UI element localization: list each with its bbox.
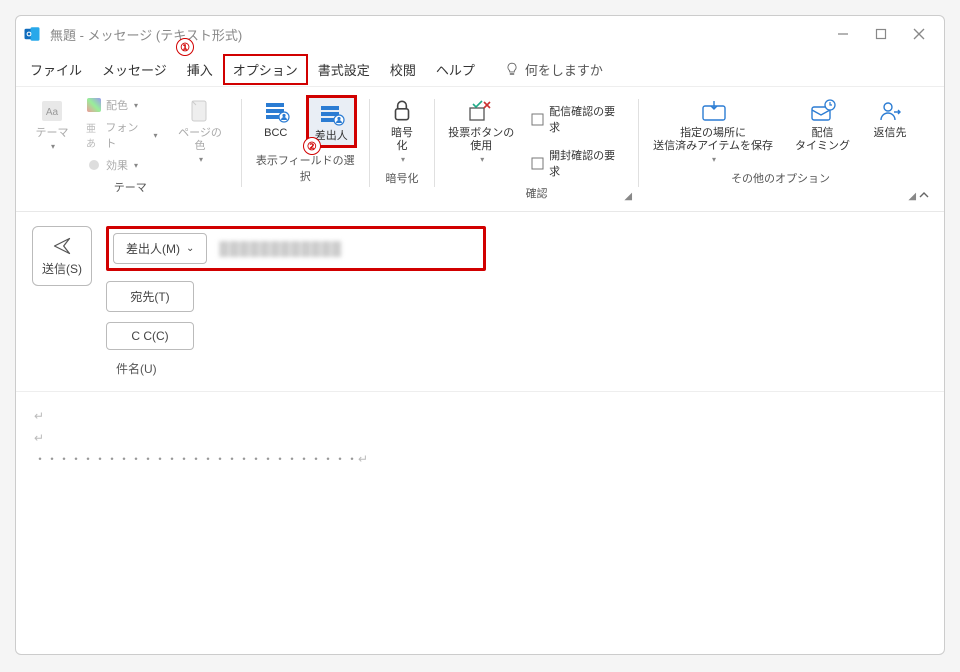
bcc-button[interactable]: BCC	[254, 95, 298, 142]
callout-2: ②	[303, 137, 321, 155]
maximize-button[interactable]	[872, 25, 890, 43]
tellme-search[interactable]: 何をしますか	[505, 60, 603, 79]
menu-help[interactable]: ヘルプ	[426, 54, 485, 85]
direct-replies-button[interactable]: 返信先	[868, 95, 912, 142]
lock-icon	[388, 97, 416, 125]
ribbon-collapse-button[interactable]	[918, 189, 936, 205]
effects-label: 効果	[106, 157, 128, 173]
colors-button[interactable]: 配色▾	[82, 95, 161, 115]
save-sent-button[interactable]: 指定の場所に 送信済みアイテムを保存 ▾	[649, 95, 777, 166]
group-more-options: 指定の場所に 送信済みアイテムを保存 ▾ 配信 タイミング 返信先 その他のオプ…	[643, 93, 918, 205]
group-theme: Aa テーマ ▾ 配色▾ 亜あ フォント▾	[24, 93, 237, 205]
delay-label: 配信 タイミング	[795, 127, 850, 153]
from-field-button[interactable]: 差出人(M) ⌄	[113, 233, 207, 264]
effects-button[interactable]: 効果▾	[82, 155, 161, 175]
menu-review[interactable]: 校閲	[380, 54, 426, 85]
group-tracking-label: 確認	[445, 185, 628, 201]
group-encrypt: 暗号 化 ▾ 暗号化	[374, 93, 430, 205]
voting-button[interactable]: 投票ボタンの 使用 ▾	[445, 95, 518, 166]
from-field-label: 差出人(M)	[126, 240, 180, 257]
checkbox-icon	[530, 155, 546, 171]
more-dialog-launcher[interactable]: ◢	[908, 191, 916, 202]
pagecolor-button[interactable]: ページの色 ▾	[169, 95, 230, 166]
reply-to-label: 返信先	[874, 127, 907, 140]
bcc-label: BCC	[264, 127, 287, 140]
paragraph-mark: ↵	[34, 406, 926, 428]
send-icon	[50, 236, 74, 256]
subject-label: 件名(U)	[116, 360, 157, 377]
window-title: 無題 - メッセージ (テキスト形式)	[50, 25, 834, 44]
pagecolor-label: ページの色	[173, 127, 226, 153]
from-value: ████████████	[219, 241, 342, 256]
delay-delivery-button[interactable]: 配信 タイミング	[791, 95, 854, 155]
outlook-icon	[22, 24, 42, 44]
fonts-button[interactable]: 亜あ フォント▾	[82, 117, 161, 153]
lightbulb-icon	[505, 62, 519, 76]
effects-icon	[86, 157, 102, 173]
encrypt-label: 暗号 化	[391, 127, 413, 153]
menu-format[interactable]: 書式設定	[308, 54, 380, 85]
delivery-receipt-label: 配信確認の要求	[549, 103, 624, 135]
close-button[interactable]	[910, 25, 928, 43]
svg-text:Aa: Aa	[46, 107, 59, 118]
voting-icon	[467, 97, 495, 125]
palette-icon	[86, 97, 102, 113]
compose-header: 送信(S) 差出人(M) ⌄ ████████████ 宛先(T) C C(C)…	[16, 211, 944, 391]
group-more-label: その他のオプション	[649, 170, 912, 186]
from-button[interactable]: ② 差出人	[306, 95, 357, 148]
from-icon	[317, 100, 345, 128]
group-fields-label: 表示フィールドの選択	[252, 152, 360, 184]
chevron-down-icon: ⌄	[186, 243, 194, 254]
group-theme-label: テーマ	[30, 179, 231, 195]
menubar: ① ファイル メッセージ 挿入 オプション 書式設定 校閲 ヘルプ 何をしますか	[16, 52, 944, 86]
menu-insert[interactable]: 挿入	[177, 54, 223, 85]
minimize-button[interactable]	[834, 25, 852, 43]
outlook-compose-window: 無題 - メッセージ (テキスト形式) ① ファイル メッセージ 挿入 オプショ…	[15, 15, 945, 655]
read-receipt-checkbox[interactable]: 開封確認の要求	[526, 145, 629, 181]
delivery-receipt-checkbox[interactable]: 配信確認の要求	[526, 101, 629, 137]
reply-to-icon	[876, 97, 904, 125]
send-label: 送信(S)	[42, 260, 82, 277]
group-show-fields: BCC ② 差出人 表示フィールドの選択	[246, 93, 366, 205]
menu-options[interactable]: オプション	[223, 54, 308, 85]
fonts-label: フォント	[105, 119, 147, 151]
themes-label: テーマ	[36, 127, 69, 140]
cc-field-button[interactable]: C C(C)	[106, 322, 194, 350]
callout-1: ①	[176, 38, 194, 56]
bcc-icon	[262, 97, 290, 125]
titlebar: 無題 - メッセージ (テキスト形式)	[16, 16, 944, 52]
colors-label: 配色	[106, 97, 128, 113]
ribbon: Aa テーマ ▾ 配色▾ 亜あ フォント▾	[16, 86, 944, 205]
save-sent-label: 指定の場所に 送信済みアイテムを保存	[653, 127, 773, 153]
tracking-dialog-launcher[interactable]: ◢	[624, 191, 632, 202]
chevron-down-icon: ▾	[51, 142, 55, 151]
save-location-icon	[699, 97, 727, 125]
font-icon: 亜あ	[86, 127, 101, 143]
message-body[interactable]: ↵ ↵ ・・・・・・・・・・・・・・・・・・・・・・・・・・・↵	[16, 391, 944, 485]
paragraph-mark: ↵	[34, 428, 926, 450]
themes-button[interactable]: Aa テーマ ▾	[30, 95, 74, 153]
themes-icon: Aa	[38, 97, 66, 125]
encrypt-button[interactable]: 暗号 化 ▾	[380, 95, 424, 166]
menu-file[interactable]: ファイル	[20, 54, 92, 85]
delay-icon	[809, 97, 837, 125]
body-dots: ・・・・・・・・・・・・・・・・・・・・・・・・・・・↵	[34, 449, 926, 471]
checkbox-icon	[530, 111, 546, 127]
menu-message[interactable]: メッセージ	[92, 54, 177, 85]
send-button[interactable]: 送信(S)	[32, 226, 92, 286]
from-row-highlight: 差出人(M) ⌄ ████████████	[106, 226, 486, 271]
tellme-label: 何をしますか	[525, 60, 603, 79]
group-tracking: 投票ボタンの 使用 ▾ 配信確認の要求 開封確認の要求 確認 ◢	[439, 93, 634, 205]
to-field-button[interactable]: 宛先(T)	[106, 281, 194, 312]
window-controls	[834, 25, 928, 43]
read-receipt-label: 開封確認の要求	[549, 147, 624, 179]
voting-label: 投票ボタンの 使用	[448, 127, 514, 153]
page-color-icon	[186, 97, 214, 125]
group-encrypt-label: 暗号化	[380, 170, 424, 186]
